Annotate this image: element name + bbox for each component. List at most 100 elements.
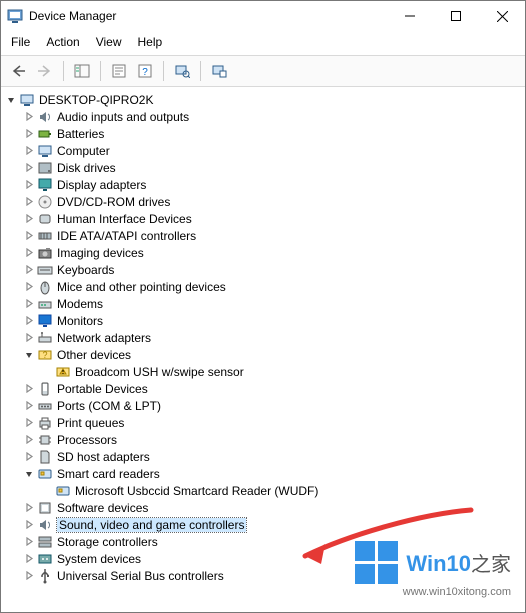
software-icon bbox=[37, 500, 53, 516]
tree-node-label: Monitors bbox=[57, 314, 103, 328]
tree-node[interactable]: Universal Serial Bus controllers bbox=[23, 567, 525, 584]
other-icon: ? bbox=[37, 347, 53, 363]
tree-node[interactable]: Batteries bbox=[23, 125, 525, 142]
tree-node[interactable]: Storage controllers bbox=[23, 533, 525, 550]
tree-node-label: System devices bbox=[57, 552, 141, 566]
expand-arrow-icon[interactable] bbox=[23, 315, 35, 327]
tree-child-label: Broadcom USH w/swipe sensor bbox=[75, 365, 244, 379]
expand-arrow-icon[interactable] bbox=[23, 145, 35, 157]
expand-arrow-icon[interactable] bbox=[23, 332, 35, 344]
svg-text:?: ? bbox=[42, 350, 47, 360]
display-icon bbox=[37, 177, 53, 193]
app-icon bbox=[7, 8, 23, 24]
tree-node[interactable]: ? Other devices bbox=[23, 346, 525, 363]
tree-node-label: Sound, video and game controllers bbox=[57, 518, 246, 532]
tree-node[interactable]: Monitors bbox=[23, 312, 525, 329]
tree-node-label: Batteries bbox=[57, 127, 104, 141]
tree-node[interactable]: Display adapters bbox=[23, 176, 525, 193]
expand-arrow-icon[interactable] bbox=[23, 264, 35, 276]
menu-help[interactable]: Help bbox=[138, 35, 163, 49]
expand-arrow-icon[interactable] bbox=[23, 349, 35, 361]
tree-node[interactable]: Mice and other pointing devices bbox=[23, 278, 525, 295]
battery-icon bbox=[37, 126, 53, 142]
help-button[interactable]: ? bbox=[133, 60, 157, 82]
portable-icon bbox=[37, 381, 53, 397]
tree-node-label: Computer bbox=[57, 144, 110, 158]
tree-node[interactable]: Human Interface Devices bbox=[23, 210, 525, 227]
expand-arrow-icon[interactable] bbox=[23, 162, 35, 174]
expand-arrow-icon[interactable] bbox=[23, 128, 35, 140]
maximize-button[interactable] bbox=[433, 1, 479, 31]
expand-arrow-icon[interactable] bbox=[23, 502, 35, 514]
back-button[interactable] bbox=[7, 60, 31, 82]
menu-file[interactable]: File bbox=[11, 35, 30, 49]
forward-button[interactable] bbox=[33, 60, 57, 82]
tree-node[interactable]: DVD/CD-ROM drives bbox=[23, 193, 525, 210]
tree-node[interactable]: Modems bbox=[23, 295, 525, 312]
expand-arrow-icon[interactable] bbox=[23, 281, 35, 293]
expand-arrow-icon[interactable] bbox=[23, 230, 35, 242]
tree-node[interactable]: Keyboards bbox=[23, 261, 525, 278]
tree-node[interactable]: Audio inputs and outputs bbox=[23, 108, 525, 125]
titlebar: Device Manager bbox=[1, 1, 525, 31]
tree-child-node[interactable]: Broadcom USH w/swipe sensor bbox=[41, 363, 525, 380]
warn-icon bbox=[55, 364, 71, 380]
tree-node[interactable]: Network adapters bbox=[23, 329, 525, 346]
tree-node[interactable]: IDE ATA/ATAPI controllers bbox=[23, 227, 525, 244]
menubar: File Action View Help bbox=[1, 31, 525, 56]
expand-arrow-icon[interactable] bbox=[23, 434, 35, 446]
tree-node-label: Portable Devices bbox=[57, 382, 148, 396]
expand-arrow-icon[interactable] bbox=[23, 417, 35, 429]
expand-arrow-icon[interactable] bbox=[23, 451, 35, 463]
tree-node[interactable]: Smart card readers bbox=[23, 465, 525, 482]
tree-node-label: Audio inputs and outputs bbox=[57, 110, 189, 124]
mouse-icon bbox=[37, 279, 53, 295]
close-button[interactable] bbox=[479, 1, 525, 31]
tree-node-label: Ports (COM & LPT) bbox=[57, 399, 161, 413]
tree-node[interactable]: Software devices bbox=[23, 499, 525, 516]
hid-icon bbox=[37, 211, 53, 227]
tree-node[interactable]: Portable Devices bbox=[23, 380, 525, 397]
disk-icon bbox=[37, 160, 53, 176]
menu-action[interactable]: Action bbox=[46, 35, 79, 49]
properties-button[interactable] bbox=[107, 60, 131, 82]
tree-node[interactable]: Computer bbox=[23, 142, 525, 159]
minimize-button[interactable] bbox=[387, 1, 433, 31]
tree-node[interactable]: Ports (COM & LPT) bbox=[23, 397, 525, 414]
expand-arrow-icon[interactable] bbox=[23, 298, 35, 310]
expand-arrow-icon[interactable] bbox=[23, 553, 35, 565]
network-icon bbox=[37, 330, 53, 346]
expand-arrow-icon[interactable] bbox=[23, 536, 35, 548]
expand-arrow-icon[interactable] bbox=[23, 111, 35, 123]
tree-child-label: Microsoft Usbccid Smartcard Reader (WUDF… bbox=[75, 484, 318, 498]
tree-node[interactable]: Disk drives bbox=[23, 159, 525, 176]
extra-tool-button[interactable] bbox=[207, 60, 231, 82]
tree-node-label: Modems bbox=[57, 297, 103, 311]
tree-node[interactable]: Print queues bbox=[23, 414, 525, 431]
menu-view[interactable]: View bbox=[96, 35, 122, 49]
expand-arrow-icon[interactable] bbox=[23, 213, 35, 225]
tree-node[interactable]: Processors bbox=[23, 431, 525, 448]
expand-arrow-icon[interactable] bbox=[23, 570, 35, 582]
computer-icon bbox=[19, 92, 35, 108]
tree-child-node[interactable]: Microsoft Usbccid Smartcard Reader (WUDF… bbox=[41, 482, 525, 499]
tree-node[interactable]: System devices bbox=[23, 550, 525, 567]
tree-node[interactable]: Sound, video and game controllers bbox=[23, 516, 525, 533]
tree-node[interactable]: Imaging devices bbox=[23, 244, 525, 261]
expand-arrow-icon[interactable] bbox=[23, 400, 35, 412]
tree-node-label: Print queues bbox=[57, 416, 124, 430]
device-tree[interactable]: DESKTOP-QIPRO2K Audio inputs and outputs… bbox=[1, 87, 525, 608]
show-hide-tree-button[interactable] bbox=[70, 60, 94, 82]
modem-icon bbox=[37, 296, 53, 312]
tree-node[interactable]: SD host adapters bbox=[23, 448, 525, 465]
expand-arrow-icon[interactable] bbox=[23, 468, 35, 480]
expand-arrow-icon[interactable] bbox=[23, 519, 35, 531]
expand-arrow-icon[interactable] bbox=[23, 383, 35, 395]
tree-root-node[interactable]: DESKTOP-QIPRO2K bbox=[5, 91, 525, 108]
expand-arrow-icon[interactable] bbox=[5, 94, 17, 106]
cpu-icon bbox=[37, 432, 53, 448]
scan-hardware-button[interactable] bbox=[170, 60, 194, 82]
expand-arrow-icon[interactable] bbox=[23, 196, 35, 208]
expand-arrow-icon[interactable] bbox=[23, 247, 35, 259]
expand-arrow-icon[interactable] bbox=[23, 179, 35, 191]
